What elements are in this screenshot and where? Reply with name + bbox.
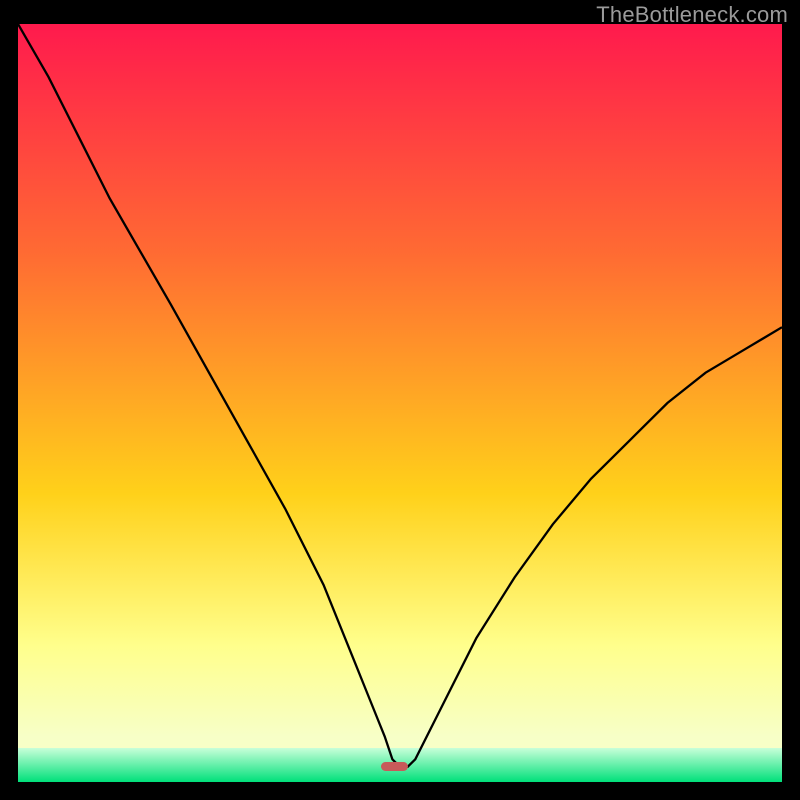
chart-frame: TheBottleneck.com — [0, 0, 800, 800]
plot-area — [18, 24, 782, 782]
optimum-marker — [381, 762, 409, 772]
watermark-text: TheBottleneck.com — [596, 2, 788, 28]
bottleneck-curve — [18, 24, 782, 782]
